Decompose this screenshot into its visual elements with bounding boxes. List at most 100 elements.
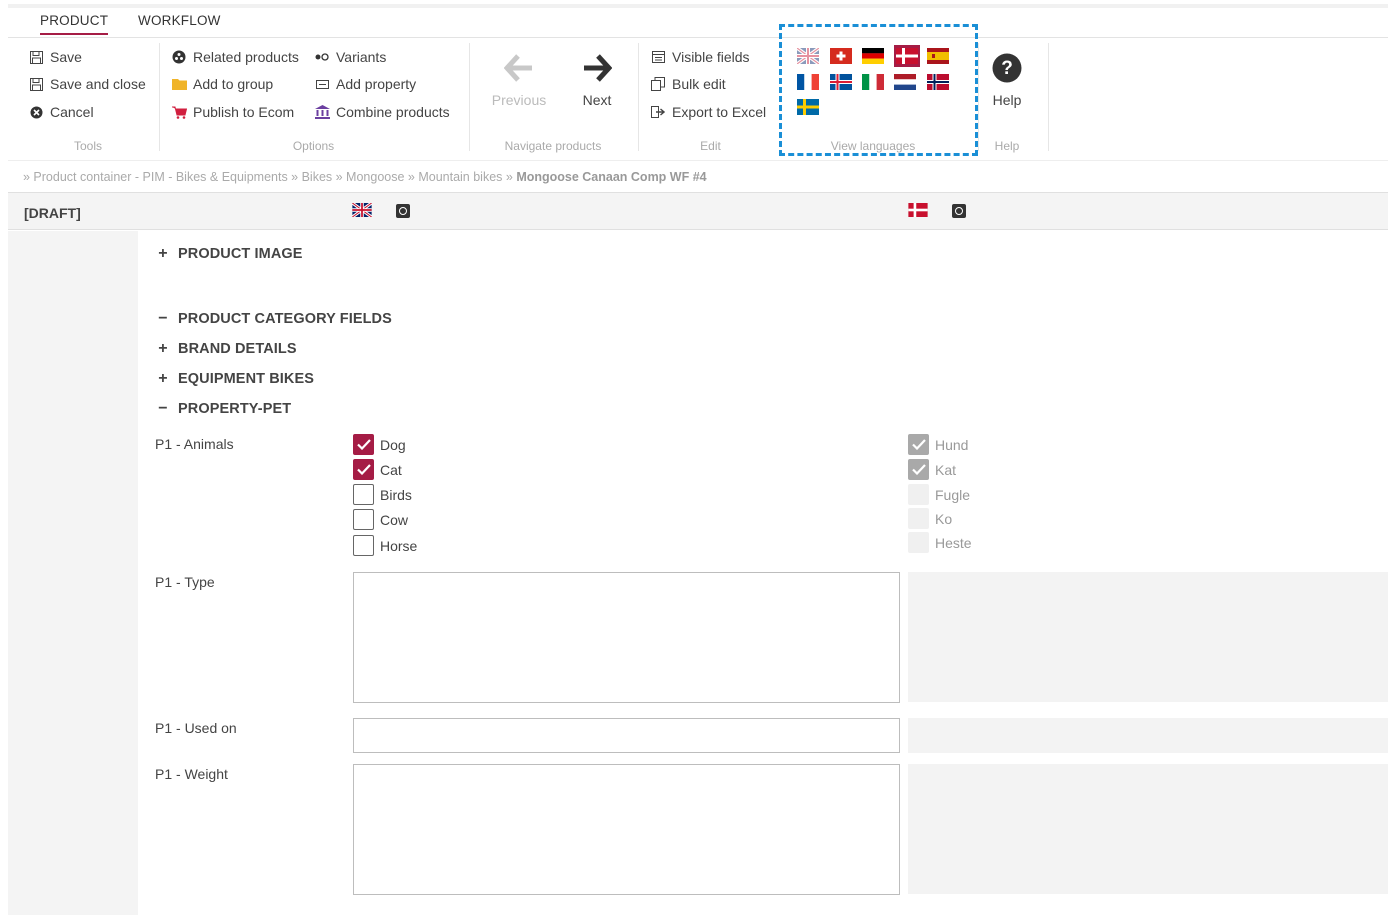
tab-product[interactable]: PRODUCT (40, 13, 109, 35)
save-and-close-label: Save and close (50, 76, 146, 92)
section-equipment-bikes[interactable]: + EQUIPMENT BIKES (155, 370, 314, 388)
add-property-button[interactable]: Add property (314, 76, 416, 92)
checkbox-kat: Kat (908, 459, 956, 480)
danish-flag-icon (908, 203, 928, 217)
bulk-edit-label: Bulk edit (672, 76, 726, 92)
type-textarea-readonly (908, 572, 1388, 702)
visible-fields-label: Visible fields (672, 49, 750, 65)
folder-icon (171, 76, 187, 92)
help-button[interactable]: ? Help (983, 53, 1031, 108)
checkbox-cow[interactable]: Cow (353, 509, 408, 530)
checkbox-label: Heste (935, 534, 972, 551)
zoom-icon[interactable] (396, 204, 410, 218)
group-divider (1048, 43, 1049, 151)
checkbox-unchecked-readonly (908, 484, 929, 505)
related-products-icon (171, 49, 187, 65)
section-brand-details[interactable]: + BRAND DETAILS (155, 340, 297, 358)
previous-label: Previous (491, 92, 547, 108)
section-product-image[interactable]: + PRODUCT IMAGE (155, 245, 303, 263)
checkbox-cat[interactable]: Cat (353, 459, 402, 480)
section-title: PRODUCT CATEGORY FIELDS (178, 311, 392, 327)
checkbox-unchecked[interactable] (353, 509, 374, 530)
checkbox-fugle: Fugle (908, 484, 970, 505)
variants-label: Variants (336, 49, 387, 65)
arrow-left-icon (488, 53, 550, 86)
help-label: Help (992, 92, 1022, 108)
related-products-button[interactable]: Related products (171, 49, 299, 65)
used-on-input-readonly (908, 718, 1388, 753)
publish-to-ecom-button[interactable]: Publish to Ecom (171, 104, 294, 120)
section-product-category-fields[interactable]: − PRODUCT CATEGORY FIELDS (155, 310, 392, 328)
ribbon-toolbar: Save Save and close Cancel Tools Related… (8, 39, 1388, 160)
svg-text:?: ? (1001, 58, 1013, 79)
visible-fields-button[interactable]: Visible fields (650, 49, 750, 65)
save-and-close-button[interactable]: Save and close (28, 76, 146, 92)
tab-workflow[interactable]: WORKFLOW (138, 13, 221, 28)
checkbox-unchecked[interactable] (353, 484, 374, 505)
variants-icon (314, 49, 330, 65)
zoom-icon[interactable] (952, 204, 966, 218)
checkbox-heste: Heste (908, 532, 972, 553)
uk-flag-icon (352, 203, 372, 217)
export-to-excel-button[interactable]: Export to Excel (650, 104, 766, 120)
section-property-pet[interactable]: − PROPERTY-PET (155, 400, 291, 418)
options-group-label: Options (292, 139, 335, 153)
combine-products-button[interactable]: Combine products (314, 104, 450, 120)
checkbox-birds[interactable]: Birds (353, 484, 412, 505)
checkbox-horse[interactable]: Horse (353, 535, 417, 556)
navigate-group-label: Navigate products (504, 139, 602, 153)
tab-bar: PRODUCT WORKFLOW (8, 8, 1388, 38)
add-property-label: Add property (336, 76, 417, 92)
expand-icon: + (158, 245, 168, 262)
bulk-edit-button[interactable]: Bulk edit (650, 76, 726, 92)
related-products-label: Related products (193, 49, 299, 65)
save-button[interactable]: Save (28, 49, 82, 65)
group-divider (638, 43, 639, 151)
collapse-icon: − (158, 310, 168, 327)
field-label-weight: P1 - Weight (155, 766, 228, 782)
left-gutter (8, 231, 138, 915)
language-column-header: [DRAFT] (8, 192, 1388, 230)
checkbox-dog[interactable]: Dog (353, 434, 406, 455)
variants-button[interactable]: Variants (314, 49, 386, 65)
tools-group-label: Tools (73, 139, 102, 153)
institution-icon (314, 104, 330, 120)
add-to-group-button[interactable]: Add to group (171, 76, 273, 92)
type-textarea[interactable] (353, 572, 900, 703)
checkbox-checked[interactable] (353, 459, 374, 480)
weight-textarea[interactable] (353, 764, 900, 895)
help-circle-icon: ? (983, 53, 1031, 86)
checkbox-label: Dog (380, 436, 406, 453)
copy-icon (650, 76, 666, 92)
group-divider (978, 43, 979, 151)
checkbox-label: Horse (380, 537, 418, 554)
group-divider (469, 43, 470, 151)
checkbox-unchecked-readonly (908, 532, 929, 553)
checkbox-unchecked[interactable] (353, 535, 374, 556)
previous-button[interactable]: Previous (488, 53, 550, 108)
checkbox-label: Cat (380, 461, 402, 478)
checkbox-checked[interactable] (353, 434, 374, 455)
collapse-icon: − (158, 400, 168, 417)
section-title: PRODUCT IMAGE (178, 246, 303, 262)
checkbox-checked-readonly (908, 434, 929, 455)
breadcrumb: » Product container - PIM - Bikes & Equi… (8, 160, 1388, 192)
export-to-excel-label: Export to Excel (672, 104, 767, 120)
view-languages-highlight (779, 24, 978, 156)
section-title: BRAND DETAILS (178, 341, 297, 357)
cancel-label: Cancel (50, 104, 94, 120)
next-button[interactable]: Next (568, 53, 626, 108)
export-icon (650, 104, 666, 120)
combine-products-label: Combine products (336, 104, 450, 120)
list-window-icon (650, 49, 666, 65)
used-on-input[interactable] (353, 718, 900, 753)
cancel-button[interactable]: Cancel (28, 104, 94, 120)
checkbox-unchecked-readonly (908, 508, 929, 529)
breadcrumb-path[interactable]: » Product container - PIM - Bikes & Equi… (23, 170, 516, 184)
shopping-cart-icon (171, 104, 187, 120)
checkbox-label: Birds (380, 486, 412, 503)
help-group-label: Help (994, 139, 1020, 153)
checkbox-label: Hund (935, 436, 969, 453)
checkbox-ko: Ko (908, 508, 952, 529)
cancel-circle-icon (28, 104, 44, 120)
